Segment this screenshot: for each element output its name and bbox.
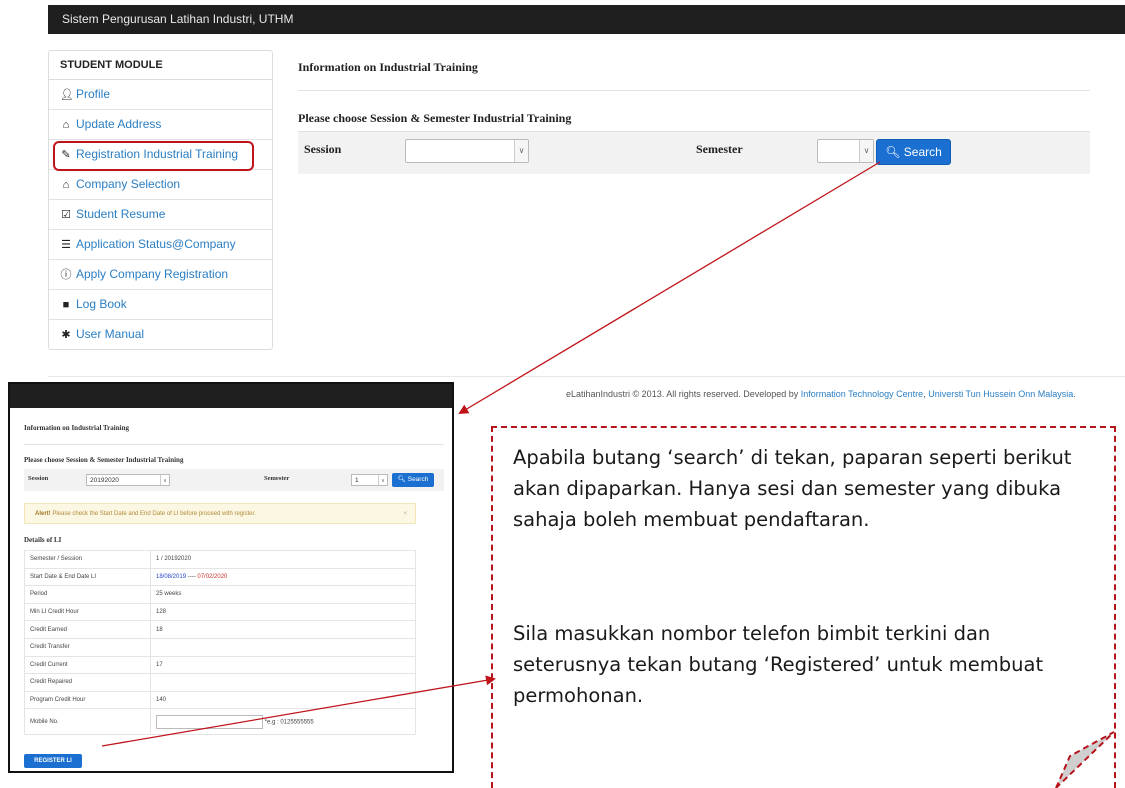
annotation-overlay [101,161,1115,788]
arrow-search-to-inset [458,161,881,415]
page-curl-icon [1055,731,1115,788]
arrow-register-to-callout [101,675,496,747]
